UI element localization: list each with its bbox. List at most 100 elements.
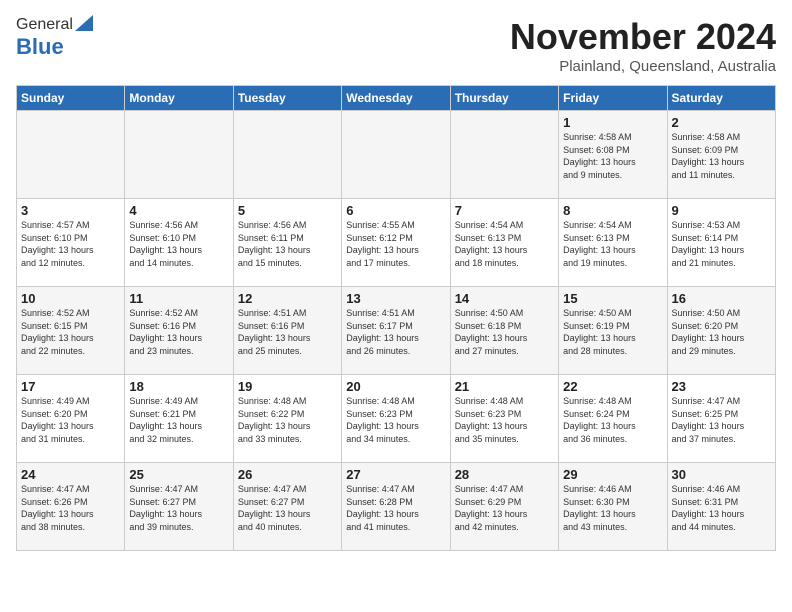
day-info: Sunrise: 4:47 AM Sunset: 6:25 PM Dayligh…: [672, 395, 771, 445]
day-info: Sunrise: 4:46 AM Sunset: 6:30 PM Dayligh…: [563, 483, 662, 533]
day-number: 29: [563, 467, 662, 482]
calendar-cell: 21Sunrise: 4:48 AM Sunset: 6:23 PM Dayli…: [450, 375, 558, 463]
day-header-saturday: Saturday: [667, 86, 775, 111]
calendar-week-5: 24Sunrise: 4:47 AM Sunset: 6:26 PM Dayli…: [17, 463, 776, 551]
day-number: 24: [21, 467, 120, 482]
calendar-cell: 29Sunrise: 4:46 AM Sunset: 6:30 PM Dayli…: [559, 463, 667, 551]
day-number: 14: [455, 291, 554, 306]
day-info: Sunrise: 4:50 AM Sunset: 6:20 PM Dayligh…: [672, 307, 771, 357]
day-info: Sunrise: 4:48 AM Sunset: 6:22 PM Dayligh…: [238, 395, 337, 445]
calendar-cell: 13Sunrise: 4:51 AM Sunset: 6:17 PM Dayli…: [342, 287, 450, 375]
day-info: Sunrise: 4:57 AM Sunset: 6:10 PM Dayligh…: [21, 219, 120, 269]
calendar-cell: 14Sunrise: 4:50 AM Sunset: 6:18 PM Dayli…: [450, 287, 558, 375]
day-number: 25: [129, 467, 228, 482]
day-info: Sunrise: 4:47 AM Sunset: 6:26 PM Dayligh…: [21, 483, 120, 533]
day-info: Sunrise: 4:49 AM Sunset: 6:21 PM Dayligh…: [129, 395, 228, 445]
calendar-cell: [233, 111, 341, 199]
calendar-cell: [342, 111, 450, 199]
calendar-cell: 11Sunrise: 4:52 AM Sunset: 6:16 PM Dayli…: [125, 287, 233, 375]
day-number: 23: [672, 379, 771, 394]
day-number: 10: [21, 291, 120, 306]
page-header: General Blue November 2024 Plainland, Qu…: [16, 16, 776, 75]
calendar-cell: 22Sunrise: 4:48 AM Sunset: 6:24 PM Dayli…: [559, 375, 667, 463]
day-number: 28: [455, 467, 554, 482]
calendar-cell: 30Sunrise: 4:46 AM Sunset: 6:31 PM Dayli…: [667, 463, 775, 551]
day-number: 9: [672, 203, 771, 218]
month-title: November 2024: [510, 16, 776, 58]
calendar-cell: 24Sunrise: 4:47 AM Sunset: 6:26 PM Dayli…: [17, 463, 125, 551]
day-number: 11: [129, 291, 228, 306]
day-header-sunday: Sunday: [17, 86, 125, 111]
day-number: 19: [238, 379, 337, 394]
day-info: Sunrise: 4:53 AM Sunset: 6:14 PM Dayligh…: [672, 219, 771, 269]
day-info: Sunrise: 4:55 AM Sunset: 6:12 PM Dayligh…: [346, 219, 445, 269]
day-info: Sunrise: 4:51 AM Sunset: 6:16 PM Dayligh…: [238, 307, 337, 357]
day-info: Sunrise: 4:47 AM Sunset: 6:27 PM Dayligh…: [129, 483, 228, 533]
calendar-cell: 23Sunrise: 4:47 AM Sunset: 6:25 PM Dayli…: [667, 375, 775, 463]
calendar-cell: 6Sunrise: 4:55 AM Sunset: 6:12 PM Daylig…: [342, 199, 450, 287]
logo-general-text: General: [16, 16, 73, 34]
day-info: Sunrise: 4:48 AM Sunset: 6:24 PM Dayligh…: [563, 395, 662, 445]
day-number: 17: [21, 379, 120, 394]
day-info: Sunrise: 4:47 AM Sunset: 6:27 PM Dayligh…: [238, 483, 337, 533]
day-info: Sunrise: 4:49 AM Sunset: 6:20 PM Dayligh…: [21, 395, 120, 445]
calendar-cell: 20Sunrise: 4:48 AM Sunset: 6:23 PM Dayli…: [342, 375, 450, 463]
day-info: Sunrise: 4:47 AM Sunset: 6:29 PM Dayligh…: [455, 483, 554, 533]
day-header-friday: Friday: [559, 86, 667, 111]
day-header-wednesday: Wednesday: [342, 86, 450, 111]
calendar-cell: 26Sunrise: 4:47 AM Sunset: 6:27 PM Dayli…: [233, 463, 341, 551]
day-number: 18: [129, 379, 228, 394]
day-info: Sunrise: 4:50 AM Sunset: 6:19 PM Dayligh…: [563, 307, 662, 357]
calendar-table: SundayMondayTuesdayWednesdayThursdayFrid…: [16, 85, 776, 551]
day-number: 4: [129, 203, 228, 218]
day-number: 8: [563, 203, 662, 218]
day-number: 15: [563, 291, 662, 306]
day-info: Sunrise: 4:56 AM Sunset: 6:10 PM Dayligh…: [129, 219, 228, 269]
calendar-cell: 17Sunrise: 4:49 AM Sunset: 6:20 PM Dayli…: [17, 375, 125, 463]
calendar-cell: 27Sunrise: 4:47 AM Sunset: 6:28 PM Dayli…: [342, 463, 450, 551]
calendar-cell: 16Sunrise: 4:50 AM Sunset: 6:20 PM Dayli…: [667, 287, 775, 375]
calendar-cell: [17, 111, 125, 199]
calendar-cell: [450, 111, 558, 199]
day-info: Sunrise: 4:48 AM Sunset: 6:23 PM Dayligh…: [455, 395, 554, 445]
day-number: 3: [21, 203, 120, 218]
day-header-tuesday: Tuesday: [233, 86, 341, 111]
day-info: Sunrise: 4:52 AM Sunset: 6:16 PM Dayligh…: [129, 307, 228, 357]
calendar-week-3: 10Sunrise: 4:52 AM Sunset: 6:15 PM Dayli…: [17, 287, 776, 375]
calendar-header-row: SundayMondayTuesdayWednesdayThursdayFrid…: [17, 86, 776, 111]
day-number: 30: [672, 467, 771, 482]
day-number: 20: [346, 379, 445, 394]
calendar-cell: 19Sunrise: 4:48 AM Sunset: 6:22 PM Dayli…: [233, 375, 341, 463]
calendar-cell: 8Sunrise: 4:54 AM Sunset: 6:13 PM Daylig…: [559, 199, 667, 287]
day-info: Sunrise: 4:52 AM Sunset: 6:15 PM Dayligh…: [21, 307, 120, 357]
day-info: Sunrise: 4:48 AM Sunset: 6:23 PM Dayligh…: [346, 395, 445, 445]
day-number: 13: [346, 291, 445, 306]
day-header-thursday: Thursday: [450, 86, 558, 111]
day-number: 5: [238, 203, 337, 218]
calendar-week-1: 1Sunrise: 4:58 AM Sunset: 6:08 PM Daylig…: [17, 111, 776, 199]
day-number: 22: [563, 379, 662, 394]
logo: General Blue: [16, 16, 93, 60]
calendar-cell: 9Sunrise: 4:53 AM Sunset: 6:14 PM Daylig…: [667, 199, 775, 287]
day-info: Sunrise: 4:58 AM Sunset: 6:09 PM Dayligh…: [672, 131, 771, 181]
location-title: Plainland, Queensland, Australia: [510, 58, 776, 75]
calendar-cell: 7Sunrise: 4:54 AM Sunset: 6:13 PM Daylig…: [450, 199, 558, 287]
calendar-cell: 5Sunrise: 4:56 AM Sunset: 6:11 PM Daylig…: [233, 199, 341, 287]
day-info: Sunrise: 4:58 AM Sunset: 6:08 PM Dayligh…: [563, 131, 662, 181]
calendar-week-2: 3Sunrise: 4:57 AM Sunset: 6:10 PM Daylig…: [17, 199, 776, 287]
day-info: Sunrise: 4:46 AM Sunset: 6:31 PM Dayligh…: [672, 483, 771, 533]
calendar-cell: 2Sunrise: 4:58 AM Sunset: 6:09 PM Daylig…: [667, 111, 775, 199]
calendar-cell: 28Sunrise: 4:47 AM Sunset: 6:29 PM Dayli…: [450, 463, 558, 551]
logo-blue-text: Blue: [16, 34, 64, 60]
calendar-week-4: 17Sunrise: 4:49 AM Sunset: 6:20 PM Dayli…: [17, 375, 776, 463]
day-info: Sunrise: 4:54 AM Sunset: 6:13 PM Dayligh…: [455, 219, 554, 269]
day-info: Sunrise: 4:56 AM Sunset: 6:11 PM Dayligh…: [238, 219, 337, 269]
calendar-cell: 1Sunrise: 4:58 AM Sunset: 6:08 PM Daylig…: [559, 111, 667, 199]
calendar-cell: 10Sunrise: 4:52 AM Sunset: 6:15 PM Dayli…: [17, 287, 125, 375]
day-number: 2: [672, 115, 771, 130]
day-number: 6: [346, 203, 445, 218]
day-info: Sunrise: 4:51 AM Sunset: 6:17 PM Dayligh…: [346, 307, 445, 357]
day-number: 16: [672, 291, 771, 306]
calendar-cell: 3Sunrise: 4:57 AM Sunset: 6:10 PM Daylig…: [17, 199, 125, 287]
calendar-cell: [125, 111, 233, 199]
